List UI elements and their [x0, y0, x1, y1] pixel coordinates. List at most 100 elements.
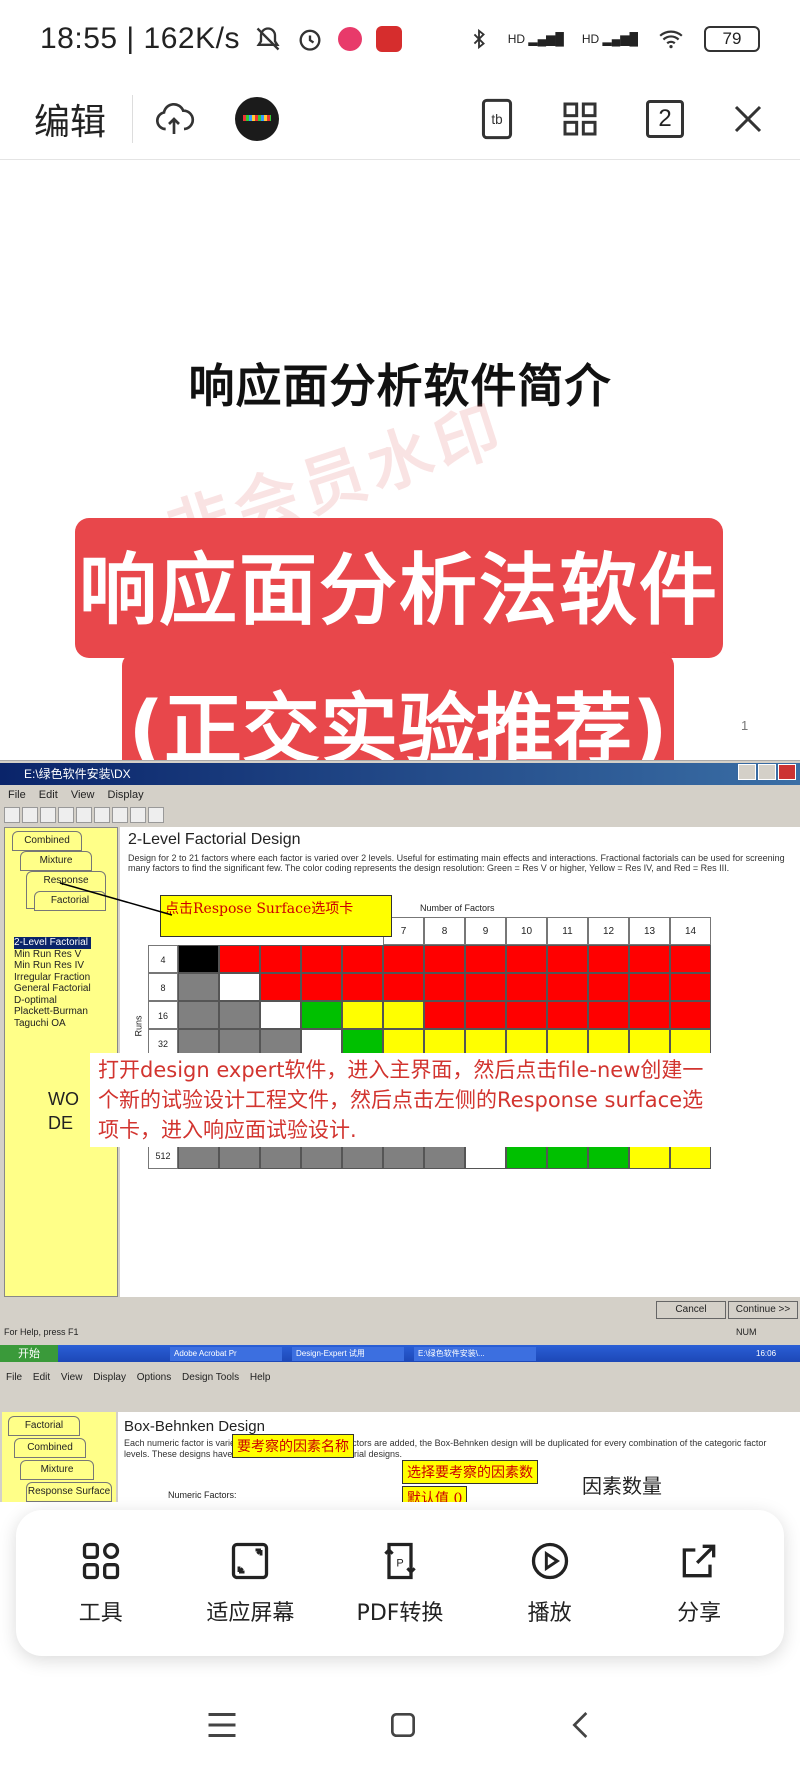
start-button[interactable]: 开始 — [0, 1345, 58, 1362]
taskbar-item[interactable]: Design-Expert 试用 — [292, 1347, 404, 1361]
design-cell[interactable] — [424, 945, 465, 973]
design-cell[interactable] — [301, 973, 342, 1001]
tab-combined[interactable]: Combined — [14, 1438, 86, 1458]
design-cell[interactable] — [670, 945, 711, 973]
save-icon[interactable] — [40, 807, 56, 823]
pdf-convert-button[interactable]: P PDF转换 — [330, 1539, 470, 1627]
paste-icon[interactable] — [94, 807, 110, 823]
menu-options[interactable]: Options — [137, 1372, 171, 1383]
list-item[interactable]: Taguchi OA — [14, 1018, 91, 1030]
menu-edit[interactable]: Edit — [39, 789, 58, 801]
copy-icon[interactable] — [76, 807, 92, 823]
edit-button[interactable]: 编辑 — [34, 93, 106, 145]
design-cell[interactable] — [465, 1001, 506, 1029]
menu-file[interactable]: File — [8, 789, 26, 801]
design-cell[interactable] — [588, 945, 629, 973]
menu-edit[interactable]: Edit — [33, 1372, 50, 1383]
taobao-icon[interactable]: tb — [480, 97, 514, 141]
design-cell[interactable] — [424, 973, 465, 1001]
factor-column-header: 11 — [547, 917, 588, 945]
design-cell[interactable] — [629, 945, 670, 973]
avatar[interactable] — [235, 96, 280, 141]
list-item[interactable]: Plackett-Burman — [14, 1006, 91, 1018]
design-cell[interactable] — [178, 945, 219, 973]
grid-icon[interactable] — [560, 99, 600, 139]
continue-button[interactable]: Continue >> — [728, 1301, 798, 1319]
menu-display[interactable]: Display — [108, 789, 144, 801]
list-item[interactable]: Irregular Fraction — [14, 972, 91, 984]
maximize-icon[interactable] — [758, 764, 776, 780]
help-icon[interactable] — [130, 807, 146, 823]
tab-factorial[interactable]: Factorial — [8, 1416, 80, 1436]
fit-screen-button[interactable]: 适应屏幕 — [180, 1539, 320, 1627]
back-icon[interactable] — [566, 1709, 596, 1741]
design-cell[interactable] — [342, 945, 383, 973]
design-cell[interactable] — [629, 973, 670, 1001]
list-item[interactable]: 2-Level Factorial — [14, 937, 91, 949]
taskbar-item[interactable]: Adobe Acrobat Pr — [170, 1347, 282, 1361]
design-cell[interactable] — [588, 1001, 629, 1029]
tools-button[interactable]: 工具 — [31, 1539, 171, 1627]
design-cell[interactable] — [506, 1001, 547, 1029]
design-cell[interactable] — [260, 973, 301, 1001]
design-cell[interactable] — [465, 973, 506, 1001]
menu-icon[interactable] — [204, 1710, 240, 1740]
design-cell[interactable] — [506, 973, 547, 1001]
menu-display[interactable]: Display — [93, 1372, 126, 1383]
home-icon[interactable] — [387, 1709, 419, 1741]
tip-icon[interactable] — [148, 807, 164, 823]
menu-file[interactable]: File — [6, 1372, 22, 1383]
design-cell[interactable] — [342, 973, 383, 1001]
cancel-button[interactable]: Cancel — [656, 1301, 726, 1319]
list-item[interactable]: General Factorial — [14, 983, 91, 995]
close-icon[interactable] — [778, 764, 796, 780]
design-cell[interactable] — [383, 945, 424, 973]
design-cell[interactable] — [424, 1001, 465, 1029]
design-cell[interactable] — [260, 1001, 301, 1029]
design-cell[interactable] — [588, 973, 629, 1001]
design-cell[interactable] — [178, 973, 219, 1001]
taskbar-item[interactable]: E:\绿色软件安装\... — [414, 1347, 536, 1361]
close-icon[interactable] — [730, 101, 766, 137]
svg-text:tb: tb — [491, 112, 502, 127]
design-cell[interactable] — [219, 945, 260, 973]
list-item[interactable]: Min Run Res V — [14, 949, 91, 961]
tab-combined[interactable]: Combined — [12, 831, 82, 851]
play-button[interactable]: 播放 — [480, 1539, 620, 1627]
design-cell[interactable] — [260, 945, 301, 973]
tab-mixture[interactable]: Mixture — [20, 851, 92, 871]
design-cell[interactable] — [670, 1001, 711, 1029]
design-cell[interactable] — [383, 973, 424, 1001]
design-cell[interactable] — [342, 1001, 383, 1029]
design-cell[interactable] — [547, 1001, 588, 1029]
design-cell[interactable] — [547, 973, 588, 1001]
menu-help[interactable]: Help — [250, 1372, 271, 1383]
menu-view[interactable]: View — [61, 1372, 83, 1383]
tool-strip — [4, 807, 164, 823]
minimize-icon[interactable] — [738, 764, 756, 780]
print-icon[interactable] — [112, 807, 128, 823]
list-item[interactable]: Min Run Res IV — [14, 960, 91, 972]
page-count-icon[interactable]: 2 — [646, 99, 684, 138]
design-cell[interactable] — [301, 1001, 342, 1029]
design-cell[interactable] — [465, 945, 506, 973]
design-cell[interactable] — [301, 945, 342, 973]
design-cell[interactable] — [506, 945, 547, 973]
new-icon[interactable] — [4, 807, 20, 823]
design-cell[interactable] — [219, 1001, 260, 1029]
open-icon[interactable] — [22, 807, 38, 823]
tab-response-surface[interactable]: Response Surface — [26, 1482, 112, 1502]
tab-mixture[interactable]: Mixture — [20, 1460, 94, 1480]
menu-view[interactable]: View — [71, 789, 95, 801]
design-cell[interactable] — [547, 945, 588, 973]
design-cell[interactable] — [383, 1001, 424, 1029]
share-button[interactable]: 分享 — [629, 1539, 769, 1627]
design-cell[interactable] — [629, 1001, 670, 1029]
list-item[interactable]: D-optimal — [14, 995, 91, 1007]
cut-icon[interactable] — [58, 807, 74, 823]
cloud-upload-icon[interactable] — [151, 99, 197, 139]
design-cell[interactable] — [219, 973, 260, 1001]
menu-design-tools[interactable]: Design Tools — [182, 1372, 239, 1383]
design-cell[interactable] — [178, 1001, 219, 1029]
design-cell[interactable] — [670, 973, 711, 1001]
